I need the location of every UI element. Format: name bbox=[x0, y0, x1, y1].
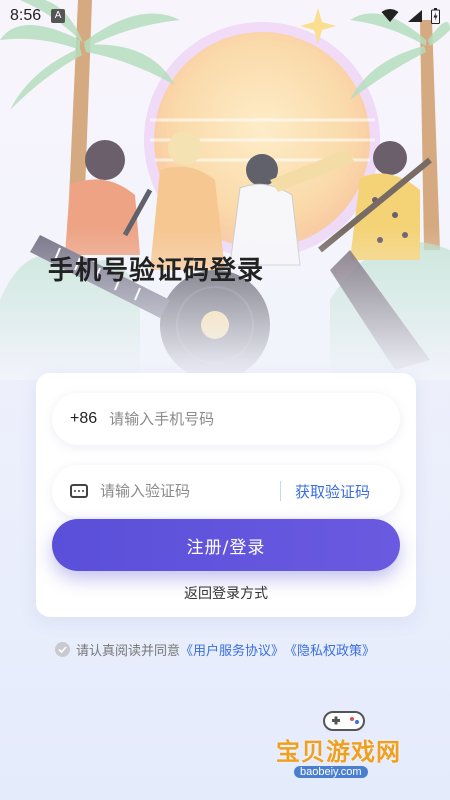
back-to-login-methods-link[interactable]: 返回登录方式 bbox=[36, 583, 416, 603]
phone-field[interactable]: +86 bbox=[52, 393, 400, 445]
agreement-row: 请认真阅读并同意 《用户服务协议》 《隐私权政策》 bbox=[55, 640, 375, 659]
password-dots-icon bbox=[70, 484, 88, 498]
watermark-url: baobeiy.com bbox=[294, 766, 368, 778]
verification-code-input[interactable] bbox=[100, 482, 270, 500]
user-agreement-link[interactable]: 《用户服务协议》 bbox=[180, 640, 284, 659]
wifi-icon bbox=[381, 9, 399, 22]
status-bar: 8:56 A bbox=[0, 0, 450, 32]
watermark-text: 宝贝游戏网 bbox=[276, 738, 401, 766]
privacy-policy-link[interactable]: 《隐私权政策》 bbox=[284, 640, 375, 659]
notification-icon: A bbox=[51, 9, 66, 23]
band-illustration bbox=[0, 0, 450, 380]
status-icons bbox=[381, 8, 440, 24]
checkbox-icon[interactable] bbox=[55, 642, 70, 657]
status-time: 8:56 bbox=[10, 7, 42, 24]
watermark-logo: 宝贝游戏网 baobeiy.com bbox=[272, 706, 422, 790]
login-card: +86 获取验证码 注册/登录 返回登录方式 bbox=[36, 373, 416, 617]
page-title: 手机号验证码登录 bbox=[48, 256, 265, 286]
hero-illustration bbox=[0, 0, 450, 380]
country-code-prefix[interactable]: +86 bbox=[70, 410, 97, 428]
agreement-text: 请认真阅读并同意 bbox=[76, 644, 181, 659]
get-code-button[interactable]: 获取验证码 bbox=[295, 481, 370, 502]
gamepad-icon bbox=[323, 711, 365, 731]
register-login-button[interactable]: 注册/登录 bbox=[52, 519, 400, 571]
battery-icon bbox=[431, 8, 440, 24]
verification-code-field[interactable]: 获取验证码 bbox=[52, 465, 400, 517]
phone-input[interactable] bbox=[109, 410, 350, 428]
field-divider bbox=[280, 481, 281, 501]
signal-icon bbox=[408, 10, 422, 22]
